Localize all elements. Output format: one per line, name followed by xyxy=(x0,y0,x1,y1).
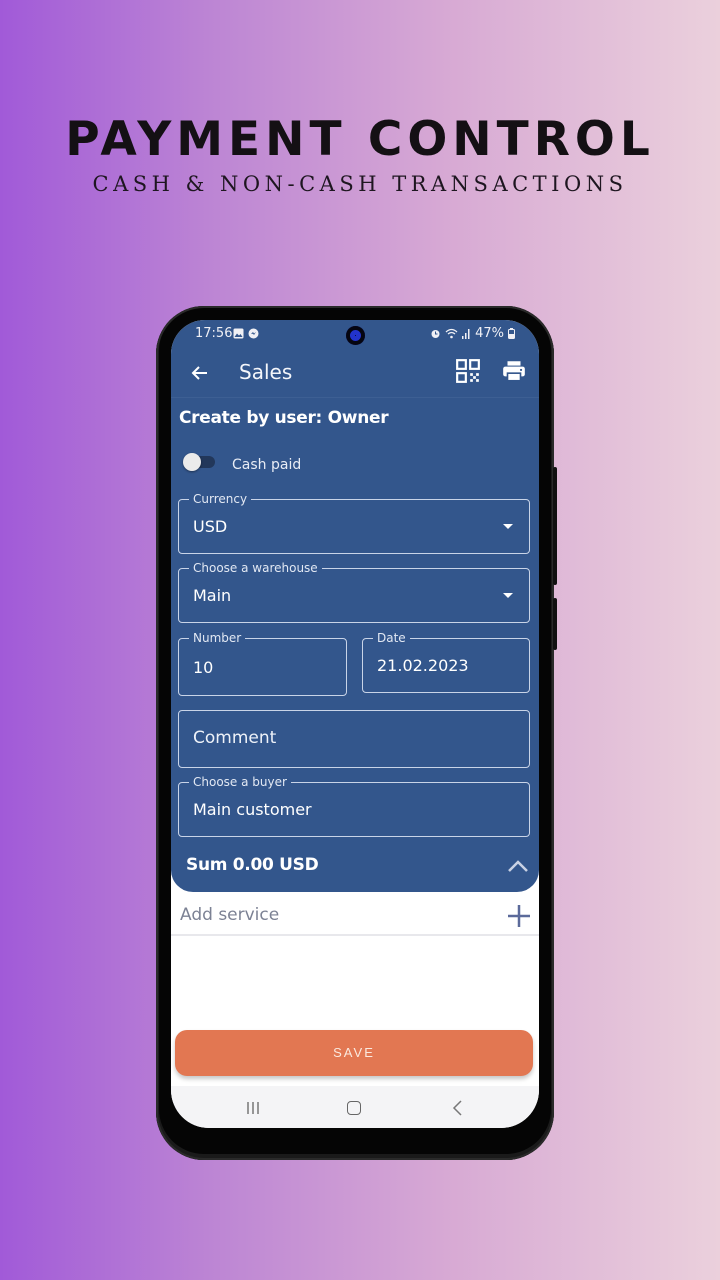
chevron-up-icon xyxy=(508,860,528,872)
buyer-value: Main customer xyxy=(193,800,312,819)
add-service-button[interactable] xyxy=(506,903,532,929)
sales-form-panel: 17:56 47% Sales Create by user: Owner Ca… xyxy=(171,320,539,892)
alarm-icon xyxy=(431,330,440,338)
battery-percent: 47% xyxy=(475,326,504,341)
signal-icon xyxy=(462,329,470,339)
currency-value: USD xyxy=(193,517,228,536)
creator-label: Create by user: Owner xyxy=(179,408,389,428)
chevron-down-icon xyxy=(503,524,513,529)
add-service-label: Add service xyxy=(180,905,280,925)
sum-total: Sum 0.00 USD xyxy=(186,855,319,875)
add-service-row[interactable]: Add service xyxy=(171,898,539,936)
nav-back-icon[interactable] xyxy=(451,1099,465,1117)
recent-apps-icon[interactable] xyxy=(243,1100,263,1116)
comment-input[interactable]: Comment xyxy=(178,710,530,768)
phone-screen: 17:56 47% Sales Create by user: Owner Ca… xyxy=(171,320,539,1128)
status-time: 17:56 xyxy=(195,326,233,341)
qr-code-icon xyxy=(456,359,480,383)
wifi-icon xyxy=(445,328,458,339)
gallery-icon xyxy=(233,328,244,339)
comment-placeholder: Comment xyxy=(193,728,277,748)
status-icons: 47% xyxy=(430,326,515,341)
currency-select[interactable]: Currency USD xyxy=(178,491,530,554)
currency-label: Currency xyxy=(189,491,252,507)
messenger-icon xyxy=(248,328,259,339)
print-button[interactable] xyxy=(501,358,529,386)
date-label: Date xyxy=(373,630,410,646)
battery-icon xyxy=(508,328,515,339)
promo-subheadline: CASH & NON-CASH TRANSACTIONS xyxy=(92,172,628,196)
number-input[interactable]: Number 10 xyxy=(178,630,347,696)
collapse-form-button[interactable] xyxy=(506,856,530,876)
qr-scan-button[interactable] xyxy=(455,358,483,386)
front-camera xyxy=(346,326,365,345)
date-value: 21.02.2023 xyxy=(377,656,469,675)
promo-headline: PAYMENT CONTROL xyxy=(65,112,655,167)
toggle-thumb xyxy=(183,453,201,471)
date-input[interactable]: Date 21.02.2023 xyxy=(362,630,530,693)
warehouse-label: Choose a warehouse xyxy=(189,560,322,576)
status-bar: 17:56 47% xyxy=(171,320,539,350)
warehouse-select[interactable]: Choose a warehouse Main xyxy=(178,560,530,623)
chevron-down-icon xyxy=(503,593,513,598)
printer-icon xyxy=(503,361,525,382)
cash-paid-label: Cash paid xyxy=(232,457,302,473)
save-button[interactable]: SAVE xyxy=(175,1030,533,1076)
system-nav-bar xyxy=(171,1086,539,1128)
back-button[interactable] xyxy=(185,358,215,388)
cash-paid-toggle[interactable] xyxy=(183,453,215,471)
power-button xyxy=(553,598,557,650)
home-icon[interactable] xyxy=(347,1101,361,1115)
buyer-label: Choose a buyer xyxy=(189,774,291,790)
arrow-left-icon xyxy=(191,366,207,380)
page-title: Sales xyxy=(239,360,293,384)
app-bar: Sales xyxy=(171,352,539,398)
number-value: 10 xyxy=(193,658,214,677)
warehouse-value: Main xyxy=(193,586,232,605)
number-label: Number xyxy=(189,630,246,646)
volume-button xyxy=(553,467,557,585)
plus-icon xyxy=(508,905,530,927)
buyer-select[interactable]: Choose a buyer Main customer xyxy=(178,774,530,837)
